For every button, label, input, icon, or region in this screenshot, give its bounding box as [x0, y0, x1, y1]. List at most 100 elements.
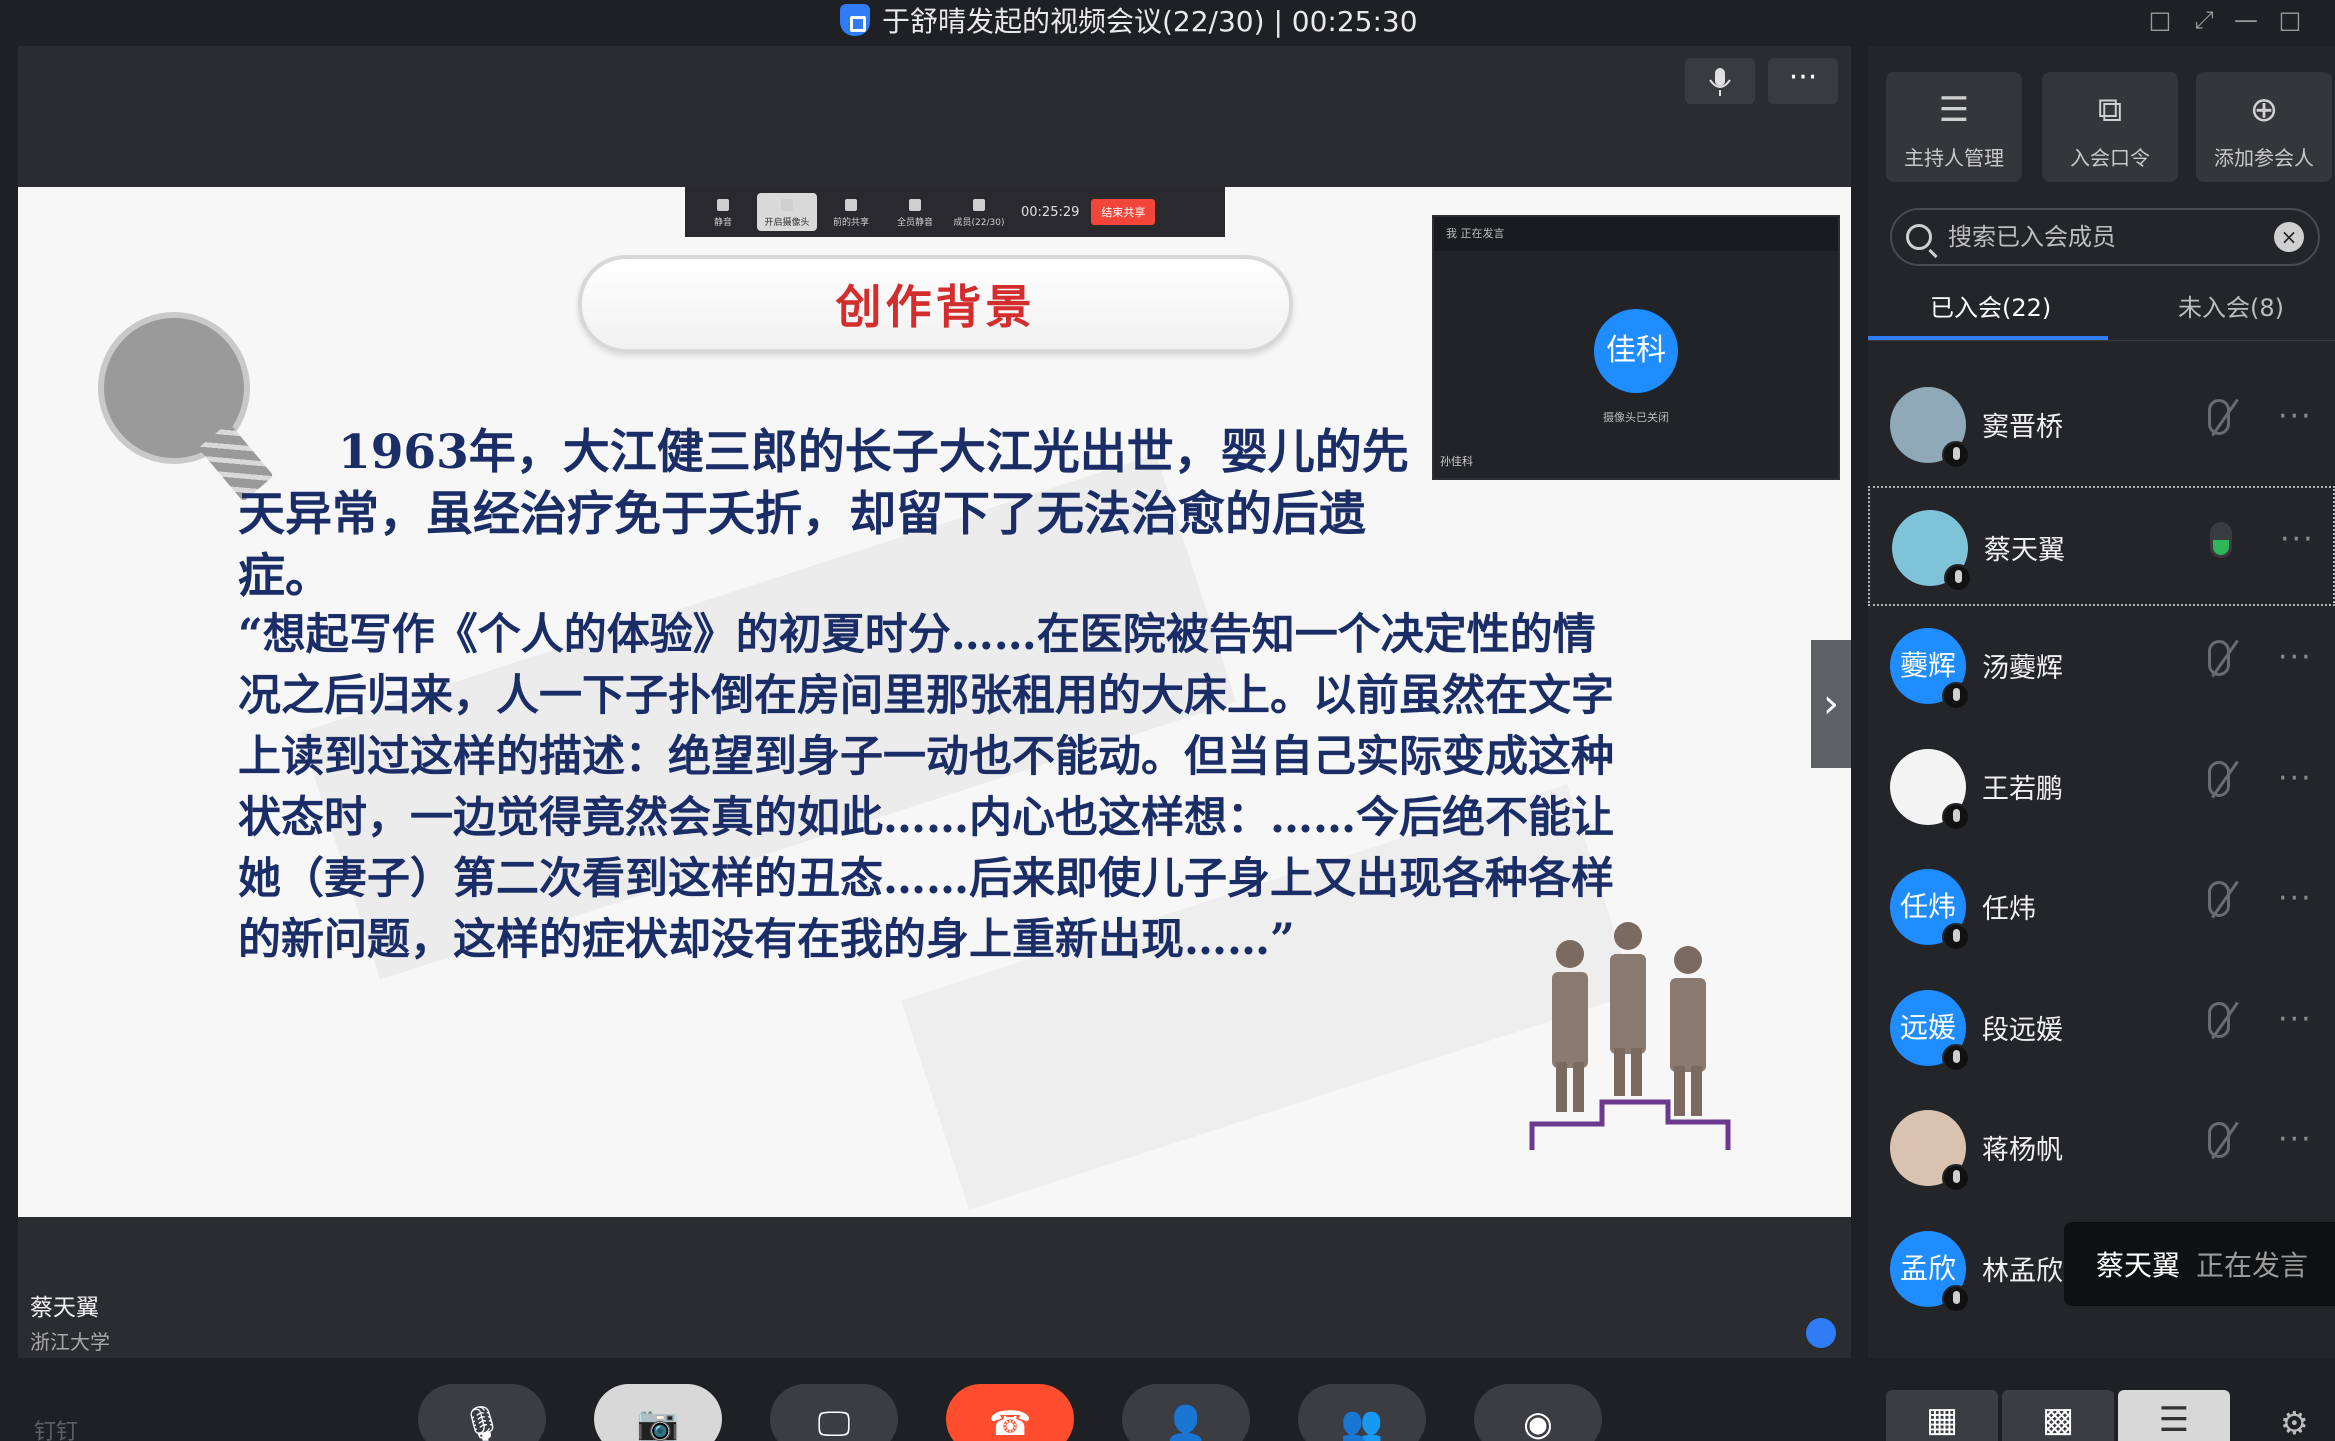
member-row[interactable]: 蒋杨帆 ··· [1868, 1088, 2335, 1208]
member-more-icon[interactable]: ··· [2278, 1122, 2313, 1157]
member-name: 蔡天翼 [1984, 535, 2065, 566]
mic-on-icon[interactable] [2210, 522, 2232, 558]
join-password-label: 入会口令 [2070, 146, 2150, 170]
member-more-icon[interactable]: ··· [2278, 1002, 2313, 1037]
layout-grid-icon: ▩ [2041, 1400, 2075, 1440]
shared-slide: 静音 开启摄像头 前的共享 全员静音 成员(22/30) 00:25:29 结束… [18, 187, 1851, 1217]
mic-status-badge-icon [1942, 682, 1970, 710]
member-row[interactable]: 窦晋桥 ··· [1868, 365, 2335, 485]
tab-joined[interactable]: 已入会(22) [1930, 288, 2051, 323]
mic-muted-icon[interactable] [2208, 399, 2230, 435]
view-speaker-button[interactable]: ▦ [1886, 1390, 1998, 1441]
slide-paragraph: 1963年，大江健三郎的长子大江光出世，婴儿的先天异常，虽经治疗免于夭折，却留下… [238, 425, 1409, 604]
member-row[interactable]: 远媛 段远媛 ··· [1868, 968, 2335, 1088]
mic-status-badge-icon [1942, 441, 1970, 469]
clear-icon[interactable]: × [2274, 222, 2304, 252]
member-more-icon[interactable]: ··· [2278, 761, 2313, 796]
record-icon: ◉ [1523, 1404, 1553, 1441]
screen-share-icon: 🖵 [817, 1404, 851, 1441]
member-search-input[interactable] [1948, 223, 2274, 251]
member-more-icon[interactable]: ··· [2280, 522, 2315, 557]
mic-icon: 🎙 [460, 1404, 504, 1441]
minimize-icon[interactable]: — [2226, 4, 2266, 36]
gear-icon[interactable]: ⚙ [2280, 1404, 2309, 1441]
layout-speaker-icon: ▦ [1925, 1400, 1959, 1440]
tab-not-joined[interactable]: 未入会(8) [2178, 288, 2284, 323]
dingtalk-brand: 钉钉 [34, 1420, 79, 1441]
member-name: 王若鹏 [1982, 774, 2063, 805]
add-user-icon: 👤 [1164, 1404, 1208, 1441]
view-list-button[interactable]: ☰ [2118, 1390, 2230, 1441]
mini-timer: 00:25:29 [1021, 204, 1080, 220]
host-manage-button[interactable]: ☰ 主持人管理 [1886, 72, 2022, 182]
members-button[interactable]: 👥 [1298, 1384, 1426, 1441]
record-button[interactable]: ◉ [1474, 1384, 1602, 1441]
search-icon [1906, 224, 1932, 250]
mic-muted-icon[interactable] [2208, 761, 2230, 797]
presenter-org: 浙江大学 [30, 1330, 110, 1354]
camera-button[interactable]: 📷 [594, 1384, 722, 1441]
fullscreen-icon[interactable]: ⤢ [2184, 4, 2224, 36]
maximize-icon[interactable]: □ [2270, 4, 2310, 36]
pip-mode-icon[interactable]: □ [2140, 4, 2180, 36]
member-name: 窦晋桥 [1982, 412, 2063, 443]
speaker-pip-window[interactable]: 我 正在发言 佳科 摄像头已关闭 孙佳科 [1432, 215, 1840, 480]
add-participant-button[interactable]: ⊕ 添加参会人 [2196, 72, 2332, 182]
members-icon: 👥 [1340, 1404, 1384, 1441]
mini-share-button[interactable]: 前的共享 [821, 193, 881, 231]
member-name: 汤虁辉 [1982, 653, 2063, 684]
mic-status-badge-icon [1942, 1285, 1970, 1313]
mic-button[interactable]: 🎙 [418, 1384, 546, 1441]
member-row[interactable]: 蔡天翼 ··· [1868, 486, 2335, 606]
member-more-icon[interactable]: ··· [2278, 640, 2313, 675]
member-name: 蒋杨帆 [1982, 1135, 2063, 1166]
member-row[interactable]: 王若鹏 ··· [1868, 727, 2335, 847]
pip-name: 孙佳科 [1440, 455, 1473, 468]
mic-muted-icon[interactable] [2208, 1002, 2230, 1038]
camera-off-icon: 📷 [636, 1404, 680, 1441]
phone-icon: ☎ [988, 1404, 1032, 1441]
mic-status-badge-icon [1944, 564, 1972, 592]
stage-mic-button[interactable] [1685, 58, 1755, 104]
tab-divider [1868, 340, 2335, 341]
mic-muted-icon[interactable] [2208, 881, 2230, 917]
member-more-icon[interactable]: ··· [2278, 881, 2313, 916]
member-row[interactable]: 虁辉 汤虁辉 ··· [1868, 606, 2335, 726]
join-password-button[interactable]: ⧉ 入会口令 [2042, 72, 2178, 182]
mini-camera-button[interactable]: 开启摄像头 [757, 193, 817, 231]
share-out-icon: ⧉ [2097, 90, 2123, 130]
mic-status-badge-icon [1942, 1164, 1970, 1192]
mic-muted-icon[interactable] [2208, 1122, 2230, 1158]
mini-mute-all-button[interactable]: 全员静音 [885, 193, 945, 231]
toast-status: 正在发言 [2196, 1249, 2309, 1282]
mic-status-badge-icon [1942, 1044, 1970, 1072]
podium-people-icon [1529, 922, 1731, 1150]
stage-more-button[interactable]: ··· [1768, 58, 1838, 104]
member-name: 林孟欣 [1982, 1256, 2063, 1287]
layout-list-icon: ☰ [2158, 1400, 2190, 1440]
member-search[interactable]: × [1890, 208, 2320, 266]
mic-status-badge-icon [1942, 923, 1970, 951]
member-more-icon[interactable]: ··· [2278, 399, 2313, 434]
add-participant-label: 添加参会人 [2214, 146, 2314, 170]
member-row[interactable]: 任炜 任炜 ··· [1868, 847, 2335, 967]
slide-next-arrow-icon[interactable]: › [1811, 640, 1851, 768]
screen-share-indicator-icon [1806, 1318, 1836, 1348]
host-manage-label: 主持人管理 [1904, 146, 2004, 170]
pip-header: 我 正在发言 [1434, 217, 1838, 251]
share-mini-toolbar: 静音 开启摄像头 前的共享 全员静音 成员(22/30) 00:25:29 结束… [685, 187, 1225, 237]
mini-members-button[interactable]: 成员(22/30) [949, 193, 1009, 231]
member-name: 段远媛 [1982, 1015, 2063, 1046]
screen-share-button[interactable]: 🖵 [770, 1384, 898, 1441]
toast-speaker-name: 蔡天翼 [2096, 1249, 2181, 1282]
hang-up-button[interactable]: ☎ [946, 1384, 1074, 1441]
member-name: 任炜 [1982, 894, 2036, 925]
add-member-button[interactable]: 👤 [1122, 1384, 1250, 1441]
pip-camera-off-label: 摄像头已关闭 [1603, 411, 1669, 424]
meeting-title-text: 于舒晴发起的视频会议(22/30) | 00:25:30 [882, 5, 1418, 38]
view-grid-button[interactable]: ▩ [2002, 1390, 2114, 1441]
end-share-button[interactable]: 结束共享 [1091, 199, 1156, 225]
mini-mute-button[interactable]: 静音 [693, 193, 753, 231]
mic-muted-icon[interactable] [2208, 640, 2230, 676]
presenter-name: 蔡天翼 [30, 1295, 99, 1321]
